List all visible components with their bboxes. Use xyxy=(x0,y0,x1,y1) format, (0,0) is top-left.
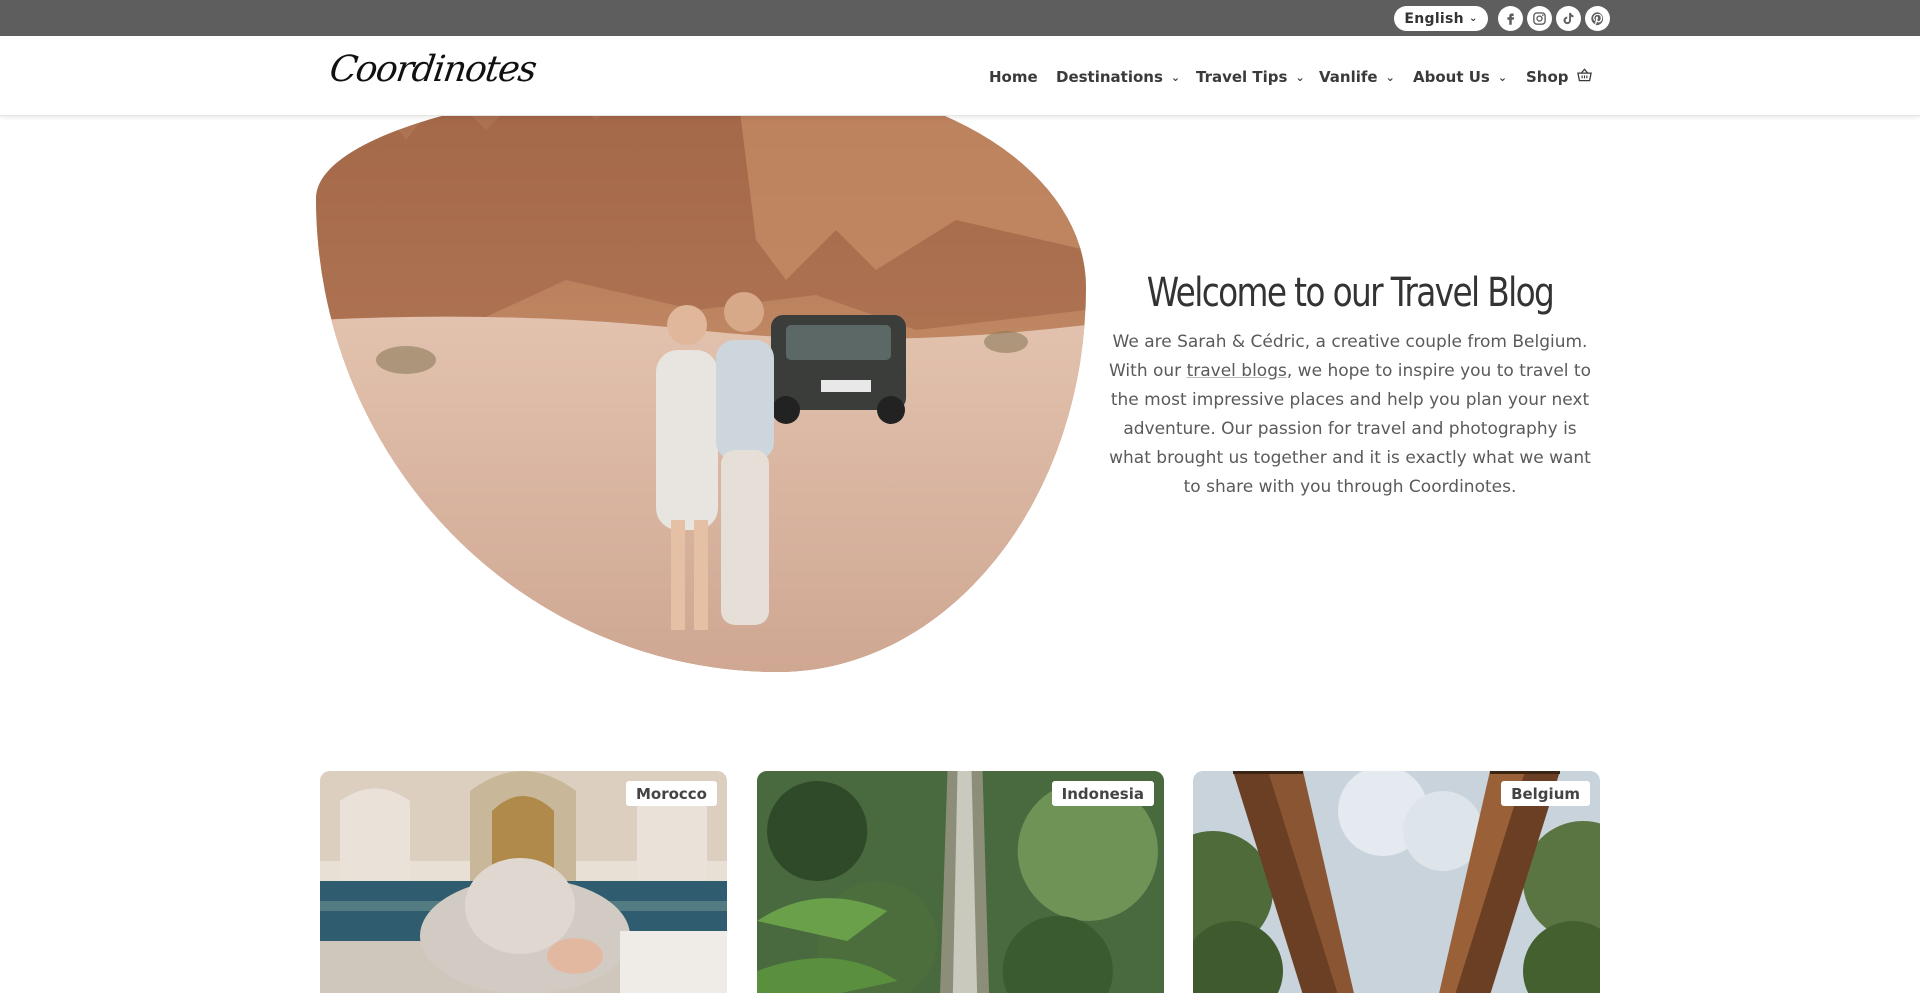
nav-travel-tips-label: Travel Tips xyxy=(1196,68,1288,86)
nav-shop-label: Shop xyxy=(1526,68,1569,86)
card-tag: Indonesia xyxy=(1051,781,1154,806)
card-tag: Belgium xyxy=(1501,781,1590,806)
hero-description: We are Sarah & Cédric, a creative couple… xyxy=(1105,328,1595,502)
nav-travel-tips[interactable]: Travel Tips ⌄ xyxy=(1196,67,1305,87)
nav-vanlife[interactable]: Vanlife ⌄ xyxy=(1319,67,1395,87)
nav-about-us-label: About Us xyxy=(1413,68,1490,86)
hero-title: Welcome to our Travel Blog xyxy=(1146,270,1555,316)
instagram-icon[interactable] xyxy=(1527,6,1552,31)
pinterest-icon[interactable] xyxy=(1585,6,1610,31)
destination-card-indonesia[interactable]: Indonesia xyxy=(757,771,1164,993)
nav-vanlife-label: Vanlife xyxy=(1319,68,1378,86)
chevron-down-icon: ⌄ xyxy=(1170,70,1181,84)
nav-destinations-label: Destinations xyxy=(1056,68,1163,86)
chevron-down-icon: ⌄ xyxy=(1385,70,1395,84)
facebook-icon[interactable] xyxy=(1498,6,1523,31)
nav-home[interactable]: Home xyxy=(989,67,1038,87)
top-bar: English ⌄ xyxy=(0,0,1920,36)
chevron-down-icon: ⌄ xyxy=(1497,70,1508,84)
site-header: Coordinotes Home Destinations ⌄ Travel T… xyxy=(0,36,1920,116)
language-selector[interactable]: English ⌄ xyxy=(1394,6,1488,31)
card-tag: Morocco xyxy=(625,781,717,806)
chevron-down-icon: ⌄ xyxy=(1295,70,1305,84)
nav-about-us[interactable]: About Us ⌄ xyxy=(1413,67,1507,87)
tiktok-icon[interactable] xyxy=(1556,6,1581,31)
hero-photo xyxy=(316,80,1086,672)
chevron-down-icon: ⌄ xyxy=(1468,13,1478,24)
destination-card-belgium[interactable]: Belgium xyxy=(1193,771,1600,993)
destination-card-morocco[interactable]: Morocco xyxy=(320,771,727,993)
basket-icon xyxy=(1576,68,1592,86)
nav-home-label: Home xyxy=(989,68,1038,86)
language-label: English xyxy=(1404,10,1464,27)
main-nav: Home Destinations ⌄ Travel Tips ⌄ Vanlif… xyxy=(0,36,1920,116)
hero-text-end: , we hope to inspire you to travel to th… xyxy=(1109,361,1591,497)
travel-blogs-link[interactable]: travel blogs xyxy=(1187,361,1287,381)
nav-shop[interactable]: Shop xyxy=(1526,67,1592,87)
nav-destinations[interactable]: Destinations ⌄ xyxy=(1056,67,1180,87)
